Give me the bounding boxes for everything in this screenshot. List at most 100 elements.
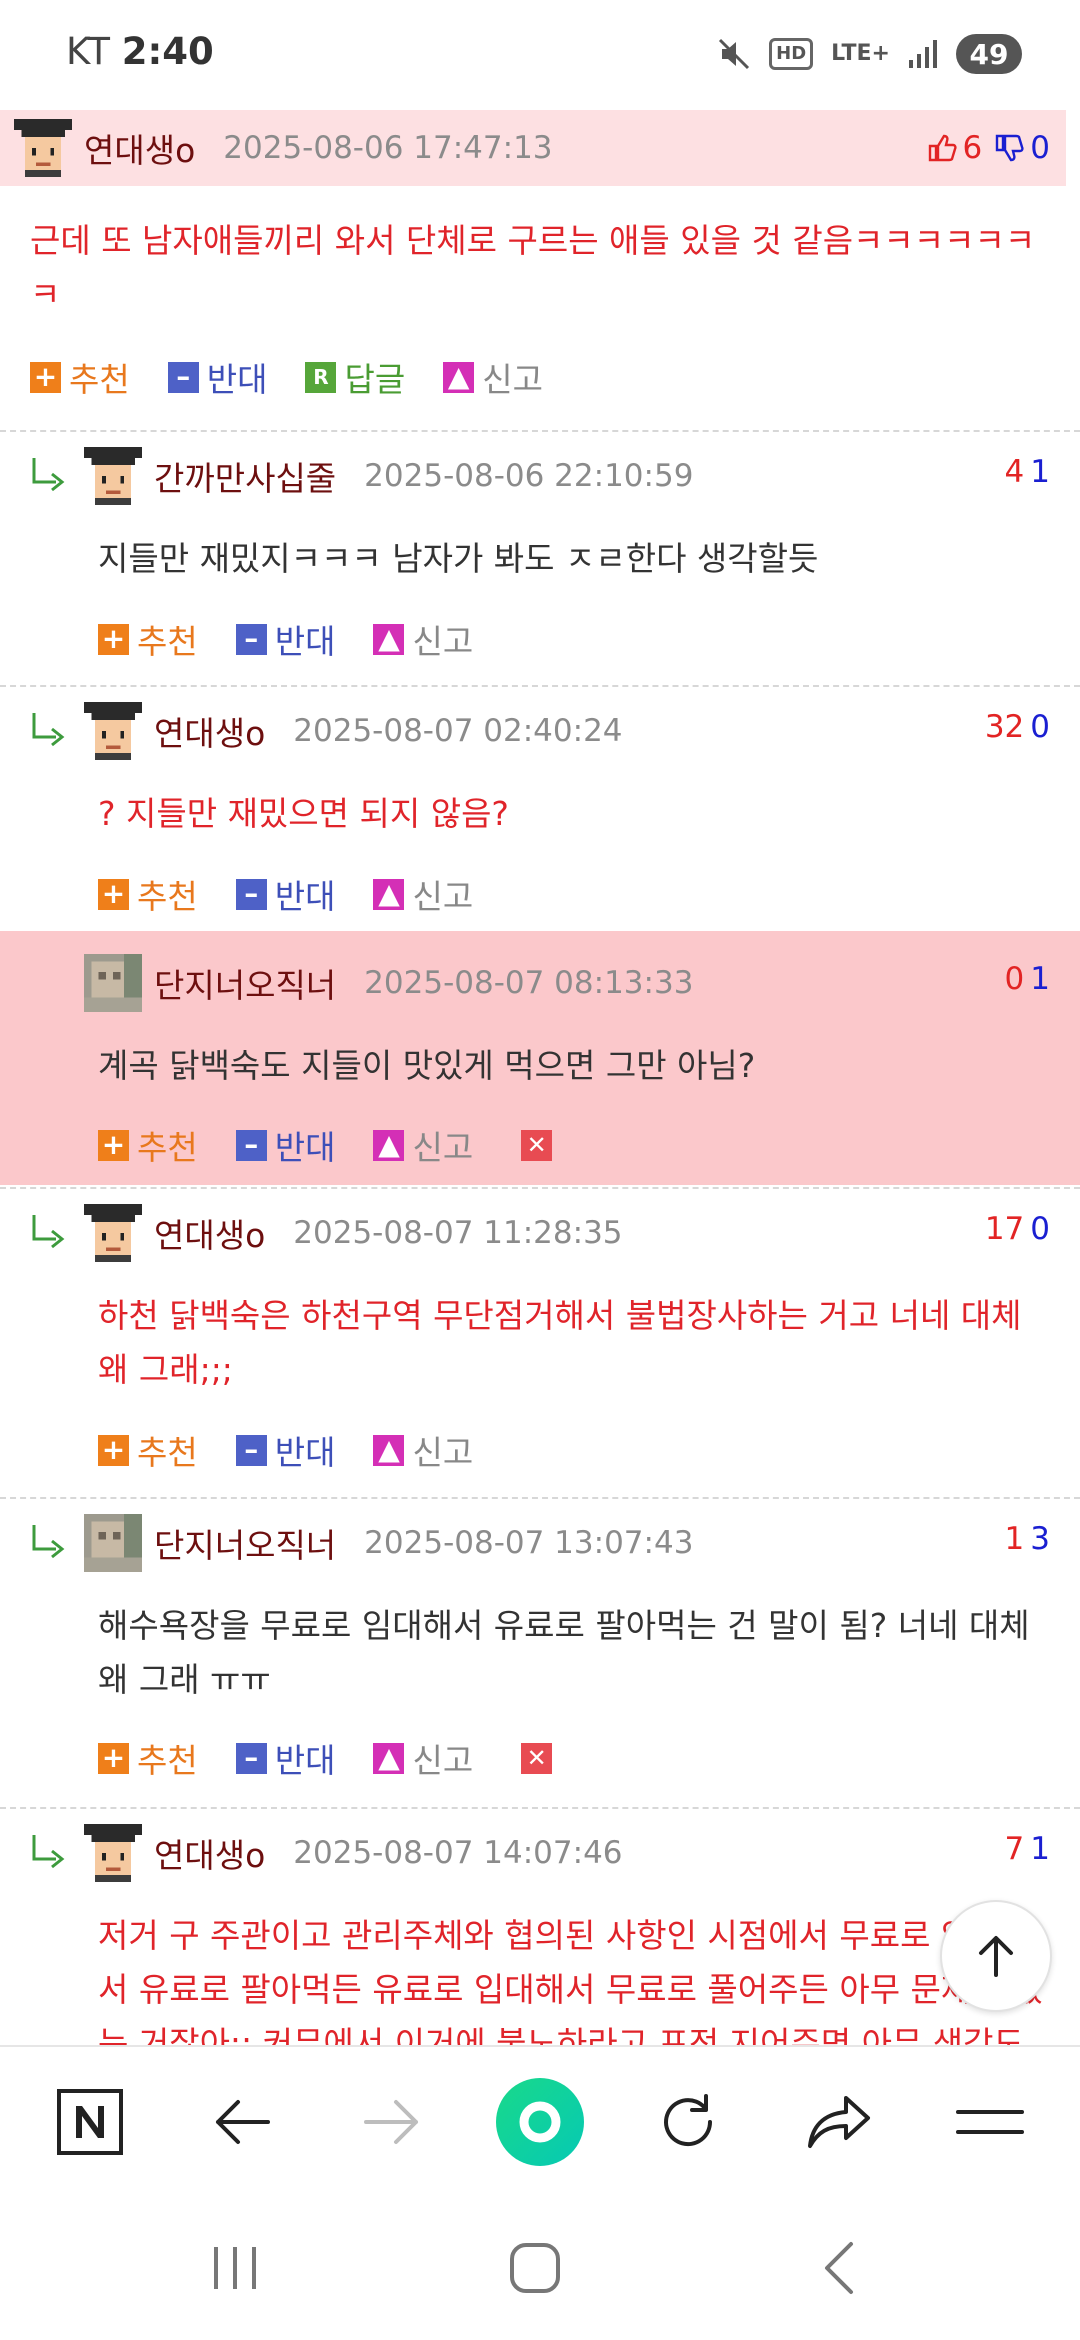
delete-icon[interactable]: ✕ — [521, 1129, 553, 1161]
comment-author[interactable]: 단지너오직너 — [154, 959, 336, 1007]
thumbs-up-icon — [928, 134, 957, 162]
comment-text: ? 지들만 재밌으면 되지 않음? — [98, 794, 509, 833]
siren-icon: ▲ — [373, 1742, 405, 1774]
avatar — [84, 447, 142, 505]
thumbs-down-icon — [996, 134, 1024, 162]
reply-arrow-icon — [32, 1835, 65, 1869]
minus-icon: – — [235, 1129, 267, 1161]
recommend-button[interactable]: + 추천 — [98, 1734, 198, 1782]
report-label: 신고 — [482, 360, 543, 399]
comment-header: 간까만사십줄 2025-08-06 22:10:59 — [84, 446, 693, 506]
comment-header: 단지너오직너 2025-08-07 08:13:33 — [84, 953, 693, 1013]
recommend-button[interactable]: + 추천 — [98, 1426, 198, 1474]
share-icon — [808, 2096, 870, 2148]
plus-icon: + — [98, 878, 129, 910]
recommend-button[interactable]: + 추천 — [98, 1121, 198, 1169]
comment-author[interactable]: 연대생o — [154, 707, 265, 755]
comment-item: 연대생o 2025-08-07 11:28:35 17 0 하천 닭백숙은 하천… — [0, 1189, 1080, 1497]
reply-arrow-icon — [32, 1215, 65, 1249]
oppose-label: 반대 — [274, 1741, 336, 1780]
report-button[interactable]: ▲ 신고 — [373, 615, 473, 663]
comment-text: 하천 닭백숙은 하천구역 무단점거해서 불법장사하는 거고 너네 대체 왜 그래… — [98, 1289, 1058, 1397]
comment-text-line: 왜 그래;;; — [98, 1350, 233, 1389]
comment-author[interactable]: 연대생o — [84, 124, 195, 172]
report-button[interactable]: ▲ 신고 — [443, 353, 543, 401]
browser-toolbar — [0, 2045, 1080, 2195]
comment-header: 연대생o 2025-08-07 11:28:35 — [84, 1203, 623, 1263]
comment-actions: + 추천 – 반대 ▲ 신고 ✕ — [98, 1734, 553, 1782]
recent-apps-button[interactable] — [155, 2195, 315, 2340]
oppose-button[interactable]: – 반대 — [235, 1734, 336, 1782]
comment-author[interactable]: 연대생o — [154, 1209, 265, 1257]
green-dot-button[interactable] — [475, 2047, 605, 2197]
vote-counts: 4 1 — [1005, 454, 1050, 490]
hd-voice-icon: HD — [769, 38, 814, 70]
comment-item: 연대생o 2025-08-07 14:07:46 7 1 저거 구 주관이고 관… — [0, 1809, 1080, 2045]
reply-arrow-icon — [32, 1525, 65, 1559]
comment-text-line: 저거 구 주관이고 관리주체와 협의된 사항인 시점에서 무료로 임대해 — [98, 1916, 1032, 1955]
clock: 2:40 — [121, 30, 214, 73]
report-button[interactable]: ▲ 신고 — [373, 1734, 473, 1782]
comment-item: 연대생o 2025-08-07 02:40:24 32 0 ? 지들만 재밌으면… — [0, 687, 1080, 940]
recommend-button[interactable]: + 추천 — [98, 870, 198, 918]
comment-actions: + 추천 – 반대 ▲ 신고 — [98, 871, 511, 917]
refresh-button[interactable] — [623, 2047, 753, 2197]
green-dot-icon — [496, 2078, 584, 2166]
siren-icon: ▲ — [373, 1434, 405, 1466]
report-label: 신고 — [412, 877, 474, 916]
comment-text-line: 는 거잖아;; 커뮤에서 이거에 불노하라고 프전 지어주면 아무 생각도 — [98, 2024, 1024, 2045]
menu-button[interactable] — [925, 2047, 1055, 2197]
forward-button[interactable] — [327, 2047, 457, 2197]
upvote-count: 0 — [1004, 961, 1025, 997]
naver-home-button[interactable] — [25, 2047, 155, 2197]
home-button[interactable] — [455, 2195, 615, 2340]
upvote-count: 17 — [984, 1211, 1025, 1247]
system-back-button[interactable] — [758, 2195, 918, 2340]
share-button[interactable] — [775, 2047, 905, 2197]
comment-text: 저거 구 주관이고 관리주체와 협의된 사항인 시점에서 무료로 임대해 서 유… — [98, 1909, 1073, 2045]
report-label: 신고 — [412, 622, 474, 661]
recent-apps-icon — [214, 2246, 256, 2289]
oppose-button[interactable]: – 반대 — [235, 1121, 335, 1169]
chevron-left-icon — [825, 2241, 853, 2294]
mute-icon — [717, 37, 751, 71]
oppose-label: 반대 — [274, 622, 336, 661]
comment-author[interactable]: 단지너오직너 — [154, 1519, 336, 1567]
oppose-button[interactable]: – 반대 — [167, 353, 267, 401]
vote-counts: 17 0 — [985, 1211, 1050, 1247]
comment-author[interactable]: 간까만사십줄 — [154, 452, 336, 500]
recommend-label: 추천 — [69, 360, 130, 399]
back-button[interactable] — [177, 2047, 307, 2197]
comment-date: 2025-08-07 11:28:35 — [293, 1215, 623, 1251]
avatar — [84, 1204, 142, 1262]
oppose-button[interactable]: – 반대 — [235, 615, 336, 663]
reply-button[interactable]: R 답글 — [305, 353, 405, 401]
report-button[interactable]: ▲ 신고 — [373, 1426, 473, 1474]
recommend-button[interactable]: + 추천 — [98, 615, 198, 663]
naver-n-icon — [57, 2089, 123, 2155]
delete-icon[interactable]: ✕ — [521, 1742, 553, 1774]
avatar — [84, 702, 142, 760]
oppose-label: 반대 — [274, 877, 336, 916]
recommend-button[interactable]: + 추천 — [30, 353, 130, 401]
plus-icon: + — [98, 623, 129, 655]
comment-text-line: 서 유료로 팔아먹든 유료로 입대해서 무료로 풀어주든 아무 문제가 없 — [98, 1970, 1043, 2009]
carrier-time: KT 2:40 — [66, 30, 214, 73]
oppose-button[interactable]: – 반대 — [235, 870, 336, 918]
siren-icon: ▲ — [373, 623, 405, 655]
report-button[interactable]: ▲ 신고 — [373, 1121, 473, 1169]
recommend-label: 추천 — [137, 622, 198, 661]
refresh-icon — [664, 2094, 713, 2147]
scroll-top-button[interactable] — [940, 1900, 1052, 2012]
comment-author[interactable]: 연대생o — [154, 1829, 265, 1877]
comment-date: 2025-08-06 17:47:13 — [223, 130, 553, 166]
vote-counts: 0 1 — [1005, 961, 1050, 997]
report-button[interactable]: ▲ 신고 — [373, 870, 473, 918]
downvote-count: 0 — [1030, 1211, 1050, 1247]
comment-header: 연대생o 2025-08-07 02:40:24 — [84, 701, 623, 761]
comment-header: 연대생o 2025-08-06 17:47:13 — [0, 110, 1066, 186]
oppose-button[interactable]: – 반대 — [235, 1426, 335, 1474]
avatar — [84, 1824, 142, 1882]
downvote-count: 3 — [1030, 1521, 1050, 1557]
status-icons: HD LTE+ 49 — [717, 30, 1022, 78]
